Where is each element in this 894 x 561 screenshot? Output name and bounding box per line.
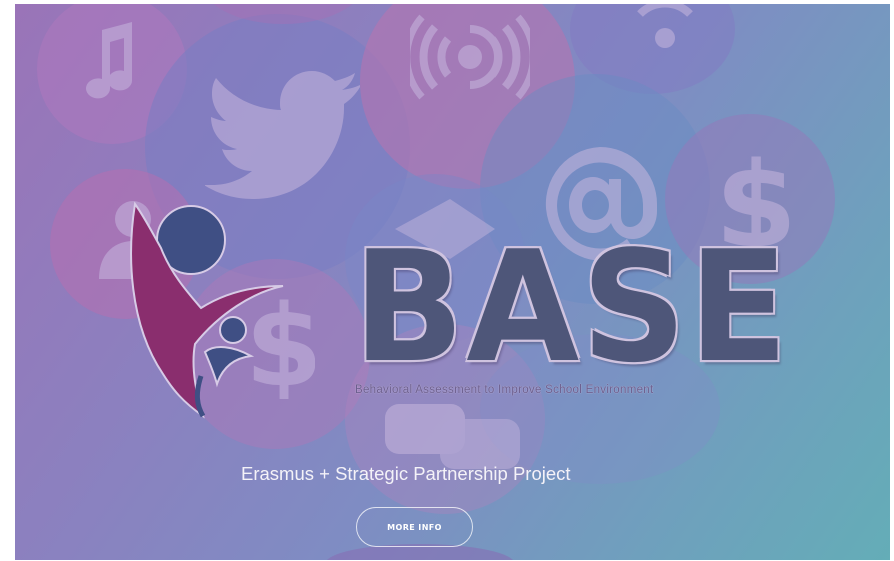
brand-tagline: Behavioral Assessment to Improve School … [355,384,654,396]
background-bubble [203,4,363,24]
hero-subtitle: Erasmus + Strategic Partnership Project [241,463,571,484]
music-note-icon [86,22,133,99]
broadcast-icon [410,14,530,100]
base-logo-icon [130,201,284,419]
more-info-button[interactable]: MORE INFO [356,507,473,547]
twitter-bird-icon [205,71,360,199]
hero-banner: $ $ BASE Behavioral Assessment to Improv… [15,4,890,560]
wifi-icon [637,4,693,48]
brand-title: BASE [353,218,791,397]
